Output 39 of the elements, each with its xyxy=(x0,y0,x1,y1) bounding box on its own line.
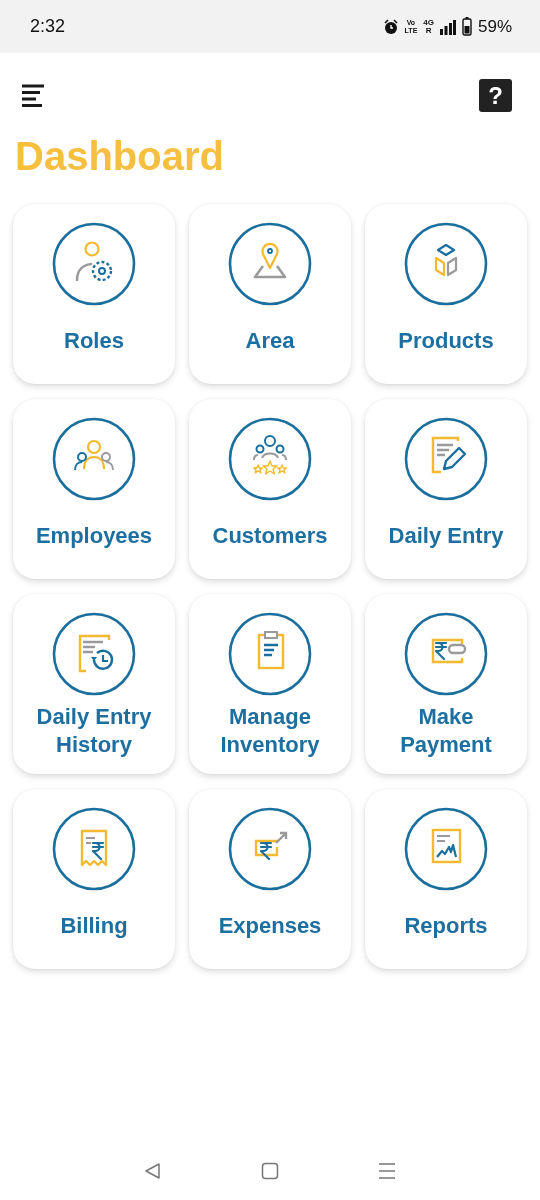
signal-icon xyxy=(439,18,456,35)
menu-icon[interactable] xyxy=(21,84,45,107)
tile-label: Products xyxy=(398,327,494,355)
network-type: 4G xyxy=(423,18,434,27)
home-icon[interactable] xyxy=(261,1162,279,1180)
tile-label: Customers xyxy=(212,522,328,550)
page-title: Dashboard xyxy=(15,134,225,179)
alarm-icon xyxy=(382,18,399,35)
status-time: 2:32 xyxy=(30,16,66,37)
dashboard-tile[interactable]: Daily Entry xyxy=(365,399,527,579)
dashboard-tile[interactable]: Area xyxy=(189,204,351,384)
help-button[interactable]: ? xyxy=(479,79,512,112)
dashboard-tile[interactable]: Reports xyxy=(365,789,527,969)
tile-label: Make Payment xyxy=(399,703,493,759)
tile-label: Reports xyxy=(404,912,488,940)
tile-label: Roles xyxy=(64,327,124,355)
dashboard-tile[interactable]: Customers xyxy=(189,399,351,579)
employees-icon xyxy=(52,417,136,501)
payment-icon xyxy=(404,612,488,696)
battery-icon xyxy=(461,17,472,36)
tile-label: Billing xyxy=(60,912,128,940)
dashboard-tile[interactable]: Products xyxy=(365,204,527,384)
tile-label: Area xyxy=(245,327,295,355)
tile-label: Manage Inventory xyxy=(219,703,321,759)
dashboard-tile[interactable]: Manage Inventory xyxy=(189,594,351,774)
tile-label: Daily Entry History xyxy=(35,703,153,759)
dashboard-tile[interactable]: Roles xyxy=(13,204,175,384)
dashboard-tile[interactable]: Make Payment xyxy=(365,594,527,774)
battery-level: 59% xyxy=(477,16,512,37)
tile-label: Employees xyxy=(35,522,153,550)
tile-label: Daily Entry xyxy=(388,522,504,550)
dashboard-tile[interactable]: Employees xyxy=(13,399,175,579)
dashboard-tile[interactable]: Expenses xyxy=(189,789,351,969)
roaming-label: R xyxy=(425,26,432,35)
dashboard-tile[interactable]: Billing xyxy=(13,789,175,969)
recents-icon[interactable] xyxy=(377,1162,396,1180)
back-icon[interactable] xyxy=(144,1162,163,1180)
dashboard-tile[interactable]: Daily Entry History xyxy=(13,594,175,774)
tile-label: Expenses xyxy=(218,912,322,940)
